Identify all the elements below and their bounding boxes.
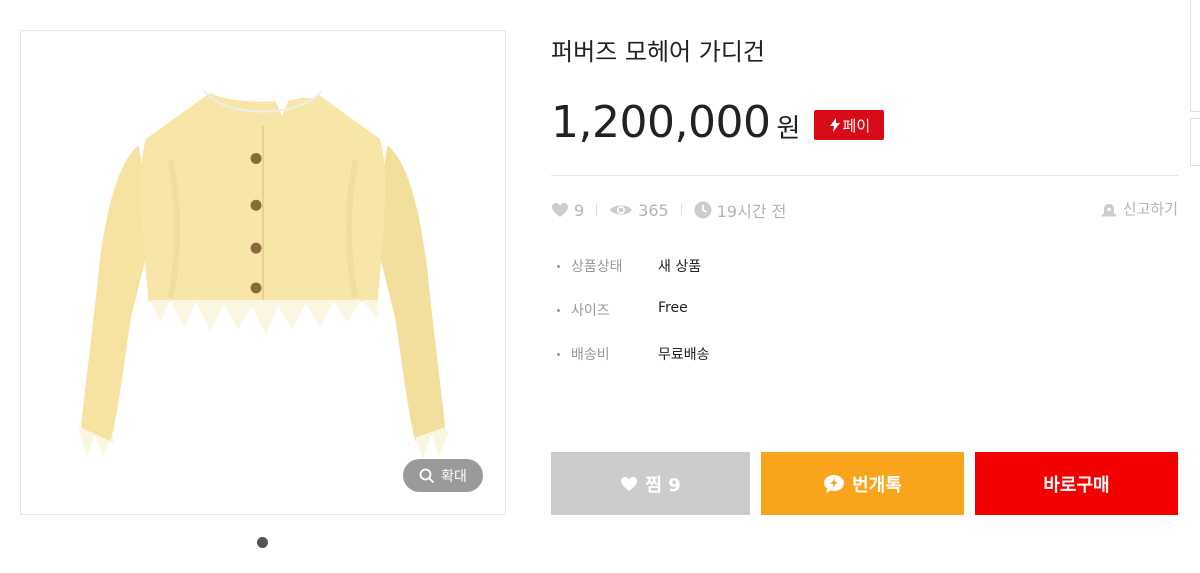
likes-count: 9 <box>574 200 585 220</box>
detail-label: 사이즈 <box>571 303 610 319</box>
zoom-label: 확대 <box>441 468 467 485</box>
detail-value: 새 상품 <box>658 259 702 275</box>
magnifier-icon <box>419 468 435 483</box>
bullet <box>557 265 560 268</box>
detail-value: 무료배송 <box>658 347 710 363</box>
eye-icon <box>610 205 633 215</box>
pay-badge: 페이 <box>814 110 885 140</box>
clock-icon <box>694 201 712 219</box>
product-stats: 9 365 19시간 전 <box>551 198 786 222</box>
detail-label: 상품상태 <box>571 259 623 275</box>
action-buttons: 찜 9 번개톡 바로구매 <box>551 452 1178 515</box>
product-image-panel[interactable]: 확대 <box>20 30 506 515</box>
wishlist-label: 찜 9 <box>645 474 681 496</box>
time-stat: 19시간 전 <box>694 198 787 222</box>
views-stat: 365 <box>609 201 669 220</box>
buy-now-label: 바로구매 <box>1043 474 1110 496</box>
chat-label: 번개톡 <box>852 474 902 496</box>
product-title: 퍼버즈 모헤어 가디건 <box>551 38 765 66</box>
bullet <box>557 309 560 312</box>
bullet <box>557 353 560 356</box>
detail-value: Free <box>658 300 688 316</box>
wishlist-button[interactable]: 찜 9 <box>551 452 750 515</box>
report-button[interactable]: 신고하기 <box>1101 198 1178 219</box>
price-currency: 원 <box>776 113 801 144</box>
heart-icon <box>552 203 568 217</box>
siren-icon <box>1101 203 1116 216</box>
buy-now-button[interactable]: 바로구매 <box>975 452 1178 515</box>
product-price: 1,200,000 <box>551 96 771 148</box>
divider <box>551 175 1178 176</box>
side-panel-edge <box>1190 0 1200 112</box>
time-ago: 19시간 전 <box>716 202 787 221</box>
stat-separator <box>680 204 682 216</box>
carousel-dot[interactable] <box>257 537 268 548</box>
product-image[interactable] <box>21 31 505 514</box>
pay-badge-label: 페이 <box>842 116 871 135</box>
lightning-icon <box>829 118 840 132</box>
detail-label: 배송비 <box>571 347 610 363</box>
price-row: 1,200,000 원 페이 <box>551 94 885 150</box>
views-count: 365 <box>638 200 669 220</box>
chat-bubble-icon <box>824 474 845 493</box>
stat-separator <box>596 204 598 216</box>
side-panel-edge <box>1190 118 1200 166</box>
zoom-button[interactable]: 확대 <box>403 459 483 492</box>
chat-button[interactable]: 번개톡 <box>761 452 964 515</box>
likes-stat: 9 <box>551 201 584 220</box>
report-label: 신고하기 <box>1122 200 1178 218</box>
heart-icon <box>621 476 638 491</box>
